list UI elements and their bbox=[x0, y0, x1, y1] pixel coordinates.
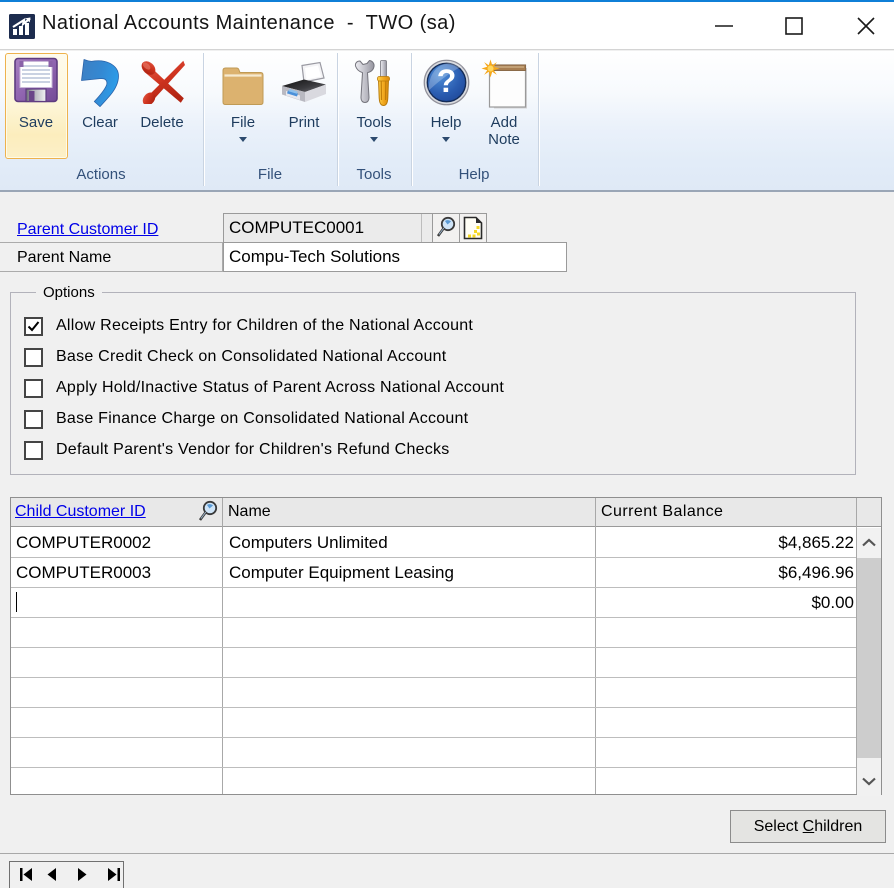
svg-text:?: ? bbox=[437, 63, 457, 99]
